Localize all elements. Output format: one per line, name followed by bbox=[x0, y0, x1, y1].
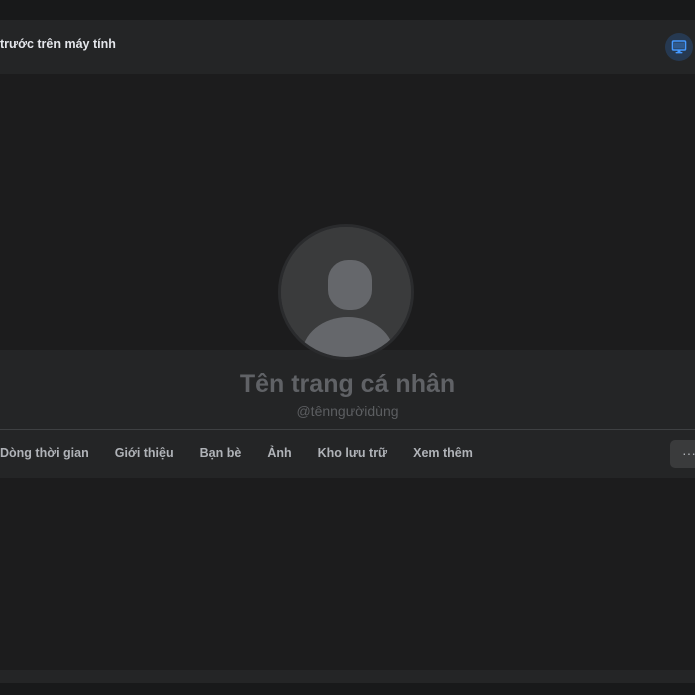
profile-content-area bbox=[0, 478, 695, 670]
tab-about[interactable]: Giới thiệu bbox=[115, 446, 174, 460]
preview-bar: trước trên máy tính bbox=[0, 20, 695, 74]
tab-archive[interactable]: Kho lưu trữ bbox=[318, 446, 387, 460]
bottom-edge bbox=[0, 683, 695, 695]
default-user-silhouette-icon bbox=[281, 227, 411, 357]
profile-username: @tênngườidùng bbox=[296, 403, 399, 419]
profile-avatar[interactable] bbox=[278, 224, 414, 360]
tab-friends[interactable]: Bạn bè bbox=[200, 446, 242, 460]
tab-photos[interactable]: Ảnh bbox=[267, 446, 291, 460]
tab-timeline[interactable]: Dòng thời gian bbox=[0, 446, 89, 460]
header-divider bbox=[0, 429, 695, 430]
profile-tabs: Dòng thời gian Giới thiệu Bạn bè Ảnh Kho… bbox=[0, 438, 499, 468]
tab-see-more[interactable]: Xem thêm bbox=[413, 446, 473, 460]
profile-name: Tên trang cá nhân bbox=[239, 370, 456, 398]
more-options-icon: ··· bbox=[682, 445, 695, 461]
preview-title: trước trên máy tính bbox=[0, 37, 116, 51]
top-strip bbox=[0, 0, 695, 20]
desktop-preview-button[interactable] bbox=[665, 33, 693, 61]
desktop-monitor-icon bbox=[671, 40, 687, 54]
profile-preview-page: trước trên máy tính Tên trang cá nhân @t… bbox=[0, 0, 695, 695]
more-options-button[interactable]: ··· bbox=[670, 440, 695, 468]
